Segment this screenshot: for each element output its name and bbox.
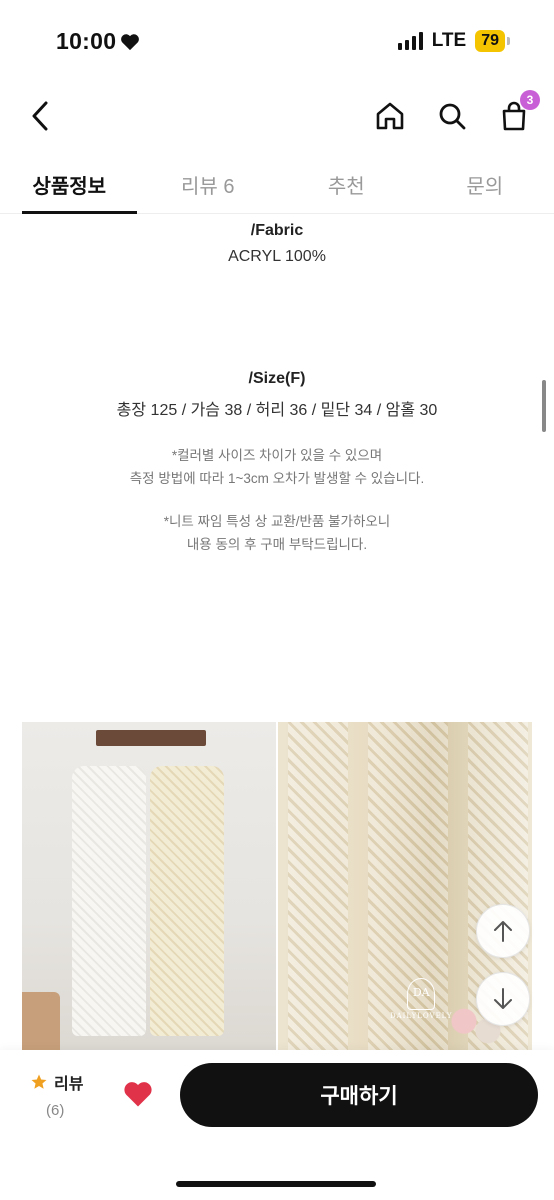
cart-count-badge: 3 [520, 90, 540, 110]
fabric-value: ACRYL 100% [228, 248, 326, 265]
search-icon [439, 103, 466, 130]
buy-button[interactable]: 구매하기 [180, 1063, 538, 1127]
wishlist-button[interactable] [120, 1076, 156, 1112]
product-photo: DA DAILYLOVELY [22, 722, 532, 1050]
size-note-line2: 측정 방법에 따라 1~3cm 오차가 발생할 수 있습니다. [129, 471, 425, 486]
brand-watermark-logo: DA DAILYLOVELY [390, 978, 453, 1020]
tab-reviews[interactable]: 리뷰 6 [139, 156, 278, 213]
cart-button[interactable]: 3 [494, 90, 540, 136]
back-button[interactable] [22, 96, 58, 136]
status-indicators: LTE 79 [397, 30, 510, 52]
battery-level: 79 [475, 30, 505, 52]
signal-icon [397, 32, 423, 50]
fabric-heading: /Fabric [250, 222, 304, 239]
home-button[interactable] [370, 96, 410, 136]
scroll-bottom-button[interactable] [476, 972, 530, 1026]
return-note-line2: 내용 동의 후 구매 부탁드립니다. [186, 537, 368, 552]
network-label: LTE [431, 30, 467, 51]
product-tabs: 상품정보 리뷰 6 추천 문의 [0, 156, 554, 214]
status-time: 10:00 [56, 28, 140, 55]
search-button[interactable] [432, 96, 472, 136]
arrow-down-icon [494, 988, 512, 1009]
arrow-up-icon [494, 921, 512, 942]
review-label: 리뷰 [54, 1076, 84, 1093]
product-photo-hanging [22, 722, 276, 1050]
page-scrollbar[interactable] [542, 380, 546, 432]
purchase-bar: 리뷰 (6) 구매하기 [0, 1050, 554, 1200]
size-measurements: 총장 125 / 가슴 38 / 허리 36 / 밑단 34 / 암홀 30 [116, 402, 438, 419]
star-icon [31, 1074, 47, 1089]
chevron-left-icon [32, 101, 48, 131]
product-detail-content: /Fabric ACRYL 100% /Size(F) 총장 125 / 가슴 … [0, 214, 554, 1050]
tab-recommend[interactable]: 추천 [277, 156, 416, 213]
size-note-line1: *컬러별 사이즈 차이가 있을 수 있으며 [171, 448, 383, 463]
battery-icon: 79 [475, 30, 510, 52]
review-summary[interactable]: 리뷰 (6) [30, 1070, 100, 1119]
status-bar: 10:00 LTE 79 [0, 0, 554, 84]
tab-product-info[interactable]: 상품정보 [0, 156, 139, 214]
return-note-line1: *니트 짜임 특성 상 교환/반품 불가하오니 [163, 514, 391, 529]
heart-status-icon [121, 33, 140, 50]
scroll-top-button[interactable] [476, 904, 530, 958]
home-indicator [176, 1181, 376, 1187]
home-icon [376, 102, 404, 130]
heart-icon [124, 1082, 152, 1107]
review-count: (6) [46, 1102, 65, 1119]
app-header: 3 [0, 84, 554, 148]
time-text: 10:00 [56, 28, 117, 54]
tab-inquiry[interactable]: 문의 [416, 156, 554, 213]
size-heading: /Size(F) [248, 370, 306, 387]
